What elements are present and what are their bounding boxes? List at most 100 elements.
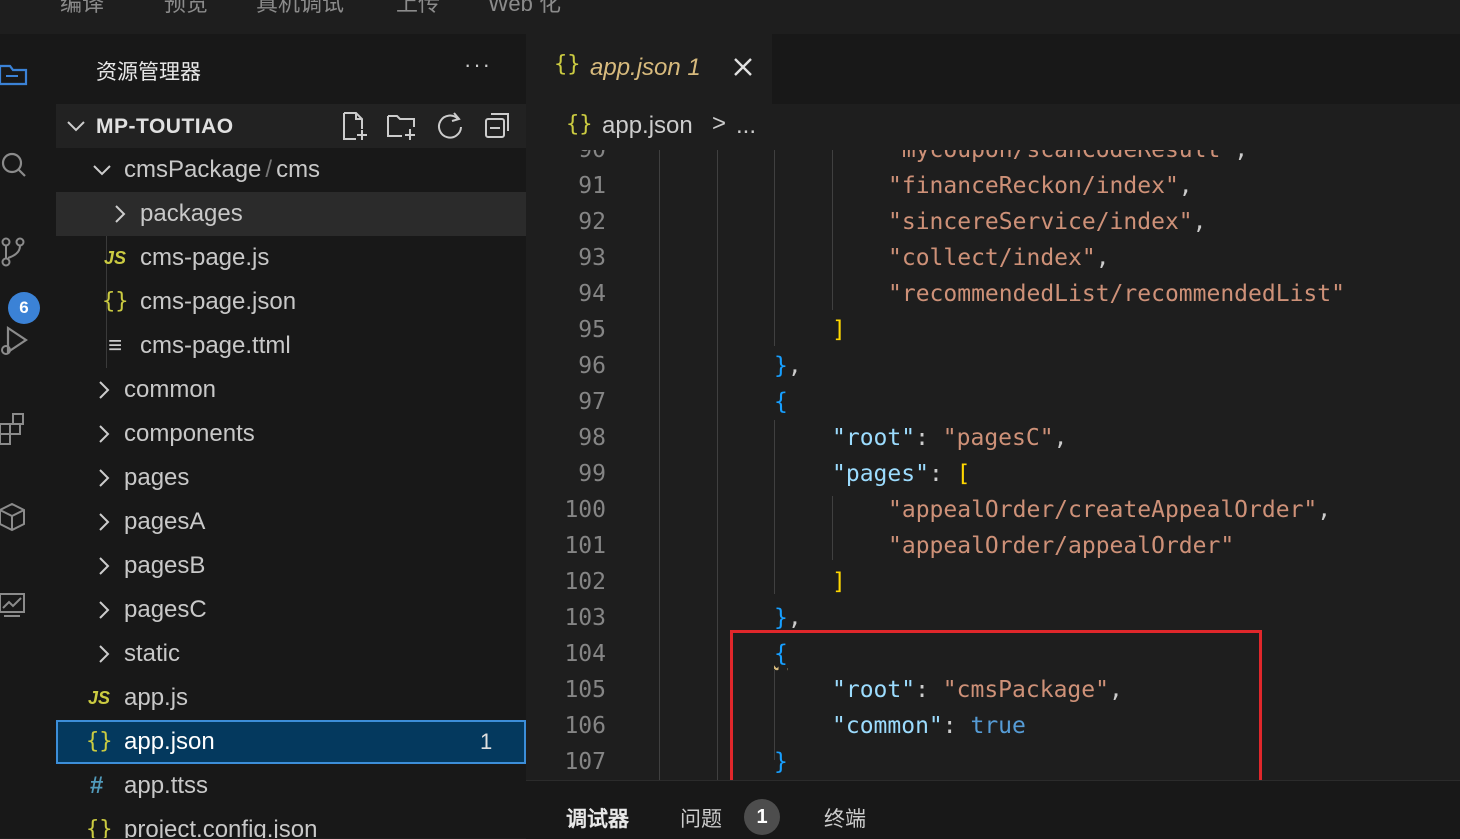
- tree-file-cms-page-js[interactable]: JS cms-page.js: [56, 236, 526, 280]
- bottom-panel: 调试器 问题 1 终端: [526, 780, 1460, 839]
- markup-file-icon: ≡: [108, 332, 123, 359]
- chevron-right-icon: [99, 601, 110, 619]
- tree-file-app-ttss[interactable]: # app.ttss: [56, 764, 526, 808]
- line-number: 95: [578, 317, 606, 343]
- tree-file-cms-page-ttml[interactable]: ≡ cms-page.ttml: [56, 324, 526, 368]
- tree-item-label: cms: [276, 156, 321, 183]
- json-file-icon: {}: [554, 52, 581, 77]
- line-number: 96: [578, 353, 606, 379]
- chevron-right-icon: [99, 469, 110, 487]
- code-line: "appealOrder/appealOrder": [888, 533, 1235, 559]
- package-icon[interactable]: [0, 498, 40, 538]
- highlight-box: [730, 630, 1262, 784]
- source-control-icon[interactable]: [0, 232, 40, 272]
- tree-file-app-json[interactable]: {} app.json 1: [56, 720, 526, 764]
- line-number: 94: [578, 281, 606, 307]
- indent-guide: [832, 496, 833, 560]
- tree-item-label: common: [124, 376, 217, 403]
- tree-folder-packages[interactable]: packages: [56, 192, 526, 236]
- breadcrumb-separator: >: [712, 110, 727, 137]
- tree-item-label: pagesC: [124, 596, 207, 623]
- code-line: {: [774, 389, 788, 415]
- code-line: ]: [832, 569, 846, 595]
- tree-item-label: cms-page.json: [140, 288, 297, 315]
- tab-terminal[interactable]: 终端: [824, 803, 866, 833]
- breadcrumb-symbol[interactable]: ...: [736, 112, 756, 140]
- activity-bar: 6: [0, 34, 56, 838]
- indent-guide: [774, 150, 775, 346]
- code-line: "root": "pagesC",: [832, 425, 1068, 451]
- json-file-icon: {}: [86, 729, 113, 754]
- problem-count-badge: 1: [480, 729, 493, 754]
- extensions-icon[interactable]: [0, 410, 40, 450]
- code-line: "collect/index",: [888, 245, 1110, 271]
- close-icon[interactable]: [732, 56, 754, 78]
- menu-preview[interactable]: 预览: [164, 0, 208, 18]
- menu-web[interactable]: Web 化: [488, 0, 561, 18]
- run-debug-icon[interactable]: [0, 322, 40, 362]
- line-number: 102: [564, 569, 606, 595]
- indent-guide: [717, 150, 718, 780]
- tree-folder-pagesc[interactable]: pagesC: [56, 588, 526, 632]
- tree-file-app-js[interactable]: JS app.js: [56, 676, 526, 720]
- code-line: ]: [832, 317, 846, 343]
- json-file-icon: {}: [102, 289, 129, 314]
- tree-folder-pagesb[interactable]: pagesB: [56, 544, 526, 588]
- menu-compile[interactable]: 编译: [60, 0, 104, 18]
- tree-folder-common[interactable]: common: [56, 368, 526, 412]
- search-icon[interactable]: [0, 146, 40, 186]
- tree-file-cms-page-json[interactable]: {} cms-page.json: [56, 280, 526, 324]
- sidebar-title: 资源管理器: [96, 61, 201, 84]
- tree-item-label: app.js: [124, 684, 189, 711]
- code-line: "recommendedList/recommendedList": [888, 281, 1345, 307]
- line-number: 92: [578, 209, 606, 235]
- chevron-right-icon: [115, 205, 126, 223]
- explorer-icon[interactable]: [0, 58, 40, 98]
- tab-app-json[interactable]: {} app.json 1: [526, 34, 772, 104]
- line-number: 98: [578, 425, 606, 451]
- tree-folder-components[interactable]: components: [56, 412, 526, 456]
- line-number: 91: [578, 173, 606, 199]
- menu-upload[interactable]: 上传: [396, 0, 440, 18]
- tree-folder-cmspackage[interactable]: cmsPackage / cms: [56, 148, 526, 192]
- tree-item-label: static: [124, 640, 181, 667]
- project-header[interactable]: MP-TOUTIAO: [56, 104, 526, 148]
- code-line: "mycoupon/scanCodeResult",: [888, 150, 1249, 163]
- tree-file-project-config-json[interactable]: {} project.config.json: [56, 808, 526, 838]
- tree-item-label: project.config.json: [124, 816, 318, 838]
- tree-folder-pages[interactable]: pages: [56, 456, 526, 500]
- tree-folder-static[interactable]: static: [56, 632, 526, 676]
- source-control-badge: 6: [8, 292, 40, 324]
- chevron-right-icon: [99, 425, 110, 443]
- tree-item-label: components: [124, 420, 255, 447]
- line-number: 105: [564, 677, 606, 703]
- breadcrumb-file[interactable]: app.json: [602, 112, 693, 140]
- tab-problems[interactable]: 问题: [680, 803, 722, 833]
- editor-tab-bar: {} app.json 1: [526, 34, 1460, 104]
- path-separator: /: [265, 156, 273, 183]
- chevron-right-icon: [99, 557, 110, 575]
- indent-guide: [832, 150, 833, 310]
- line-number: 101: [564, 533, 606, 559]
- new-file-icon[interactable]: [338, 110, 370, 142]
- indent-guide: [774, 420, 775, 594]
- line-number: 100: [564, 497, 606, 523]
- tree-item-label: pages: [124, 464, 190, 491]
- collapse-all-icon[interactable]: [482, 110, 514, 142]
- json-file-icon: {}: [566, 112, 593, 137]
- explorer-sidebar: 资源管理器 ··· MP-TOUTIAO cmsPackage / cms pack…: [56, 34, 526, 838]
- monitor-icon[interactable]: [0, 586, 40, 626]
- refresh-icon[interactable]: [434, 110, 466, 142]
- new-folder-icon[interactable]: [386, 110, 418, 142]
- tab-debugger[interactable]: 调试器: [566, 803, 629, 833]
- code-line: "sincereService/index",: [888, 209, 1207, 235]
- problems-count-badge: 1: [744, 799, 780, 835]
- tree-item-label: pagesB: [124, 552, 206, 579]
- line-number: 106: [564, 713, 606, 739]
- menu-device-debug[interactable]: 真机调试: [256, 0, 344, 18]
- json-file-icon: {}: [86, 817, 113, 838]
- tree-folder-pagesa[interactable]: pagesA: [56, 500, 526, 544]
- tab-label: app.json: [590, 54, 681, 81]
- more-actions-button[interactable]: ···: [464, 52, 492, 78]
- code-line: "pages": [: [832, 461, 971, 487]
